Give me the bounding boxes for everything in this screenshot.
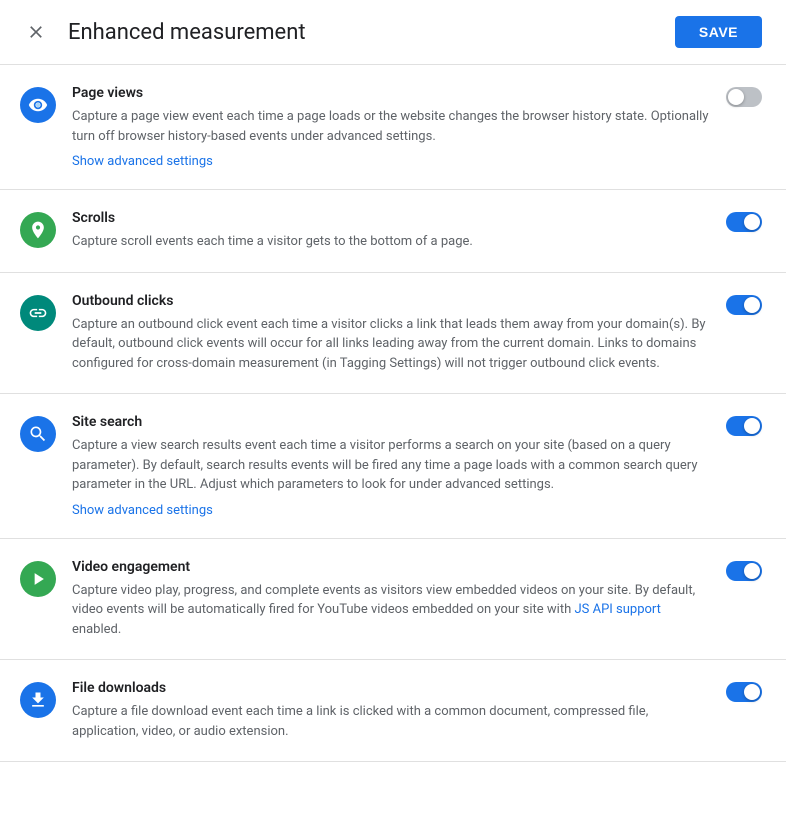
site-search-show-advanced[interactable]: Show advanced settings <box>72 503 213 518</box>
scrolls-desc: Capture scroll events each time a visito… <box>72 232 710 252</box>
scrolls-toggle-thumb <box>744 214 760 230</box>
site-search-toggle[interactable] <box>726 416 762 436</box>
video-engagement-toggle-wrap[interactable] <box>726 559 762 581</box>
site-search-toggle-wrap[interactable] <box>726 414 762 436</box>
setting-row-site-search: Site search Capture a view search result… <box>0 394 786 539</box>
site-search-title: Site search <box>72 414 710 430</box>
link-icon <box>28 303 48 323</box>
site-search-body: Site search Capture a view search result… <box>72 414 710 518</box>
save-button[interactable]: SAVE <box>675 16 762 48</box>
setting-row-file-downloads: File downloads Capture a file download e… <box>0 660 786 762</box>
video-engagement-desc-after: enabled. <box>72 622 121 637</box>
scrolls-icon-wrap <box>20 212 56 248</box>
js-api-support-link[interactable]: JS API support <box>574 602 660 617</box>
scrolls-toggle[interactable] <box>726 212 762 232</box>
search-icon <box>28 424 48 444</box>
scrolls-toggle-track <box>726 212 762 232</box>
scroll-icon <box>28 220 48 240</box>
page-views-toggle[interactable] <box>726 87 762 107</box>
eye-icon <box>28 95 48 115</box>
file-downloads-toggle-track <box>726 682 762 702</box>
outbound-clicks-title: Outbound clicks <box>72 293 710 309</box>
site-search-desc: Capture a view search results event each… <box>72 436 710 495</box>
page-views-body: Page views Capture a page view event eac… <box>72 85 710 169</box>
scrolls-toggle-wrap[interactable] <box>726 210 762 232</box>
file-downloads-title: File downloads <box>72 680 710 696</box>
page-views-title: Page views <box>72 85 710 101</box>
outbound-clicks-toggle-track <box>726 295 762 315</box>
outbound-clicks-icon-wrap <box>20 295 56 331</box>
header-left: Enhanced measurement <box>20 16 306 48</box>
page-views-desc: Capture a page view event each time a pa… <box>72 107 710 146</box>
scrolls-body: Scrolls Capture scroll events each time … <box>72 210 710 252</box>
file-downloads-toggle-thumb <box>744 684 760 700</box>
outbound-clicks-body: Outbound clicks Capture an outbound clic… <box>72 293 710 374</box>
outbound-clicks-toggle-wrap[interactable] <box>726 293 762 315</box>
page-title: Enhanced measurement <box>68 20 306 45</box>
scrolls-title: Scrolls <box>72 210 710 226</box>
setting-row-video-engagement: Video engagement Capture video play, pro… <box>0 539 786 661</box>
outbound-clicks-desc: Capture an outbound click event each tim… <box>72 315 710 374</box>
video-engagement-title: Video engagement <box>72 559 710 575</box>
settings-content: Page views Capture a page view event eac… <box>0 65 786 762</box>
file-downloads-toggle[interactable] <box>726 682 762 702</box>
setting-row-page-views: Page views Capture a page view event eac… <box>0 65 786 190</box>
header: Enhanced measurement SAVE <box>0 0 786 65</box>
setting-row-outbound-clicks: Outbound clicks Capture an outbound clic… <box>0 273 786 395</box>
video-engagement-toggle[interactable] <box>726 561 762 581</box>
page-views-show-advanced[interactable]: Show advanced settings <box>72 154 213 169</box>
page-views-toggle-wrap[interactable] <box>726 85 762 107</box>
close-button[interactable] <box>20 16 52 48</box>
outbound-clicks-toggle-thumb <box>744 297 760 313</box>
video-engagement-body: Video engagement Capture video play, pro… <box>72 559 710 640</box>
video-engagement-toggle-track <box>726 561 762 581</box>
file-downloads-desc: Capture a file download event each time … <box>72 702 710 741</box>
page-views-icon-wrap <box>20 87 56 123</box>
download-icon <box>28 690 48 710</box>
page-views-toggle-track <box>726 87 762 107</box>
video-engagement-toggle-thumb <box>744 563 760 579</box>
video-engagement-icon-wrap <box>20 561 56 597</box>
play-icon <box>28 569 48 589</box>
setting-row-scrolls: Scrolls Capture scroll events each time … <box>0 190 786 273</box>
file-downloads-toggle-wrap[interactable] <box>726 680 762 702</box>
site-search-toggle-thumb <box>744 418 760 434</box>
page-views-toggle-thumb <box>728 89 744 105</box>
site-search-icon-wrap <box>20 416 56 452</box>
outbound-clicks-toggle[interactable] <box>726 295 762 315</box>
file-downloads-body: File downloads Capture a file download e… <box>72 680 710 741</box>
video-engagement-desc: Capture video play, progress, and comple… <box>72 581 710 640</box>
file-downloads-icon-wrap <box>20 682 56 718</box>
site-search-toggle-track <box>726 416 762 436</box>
